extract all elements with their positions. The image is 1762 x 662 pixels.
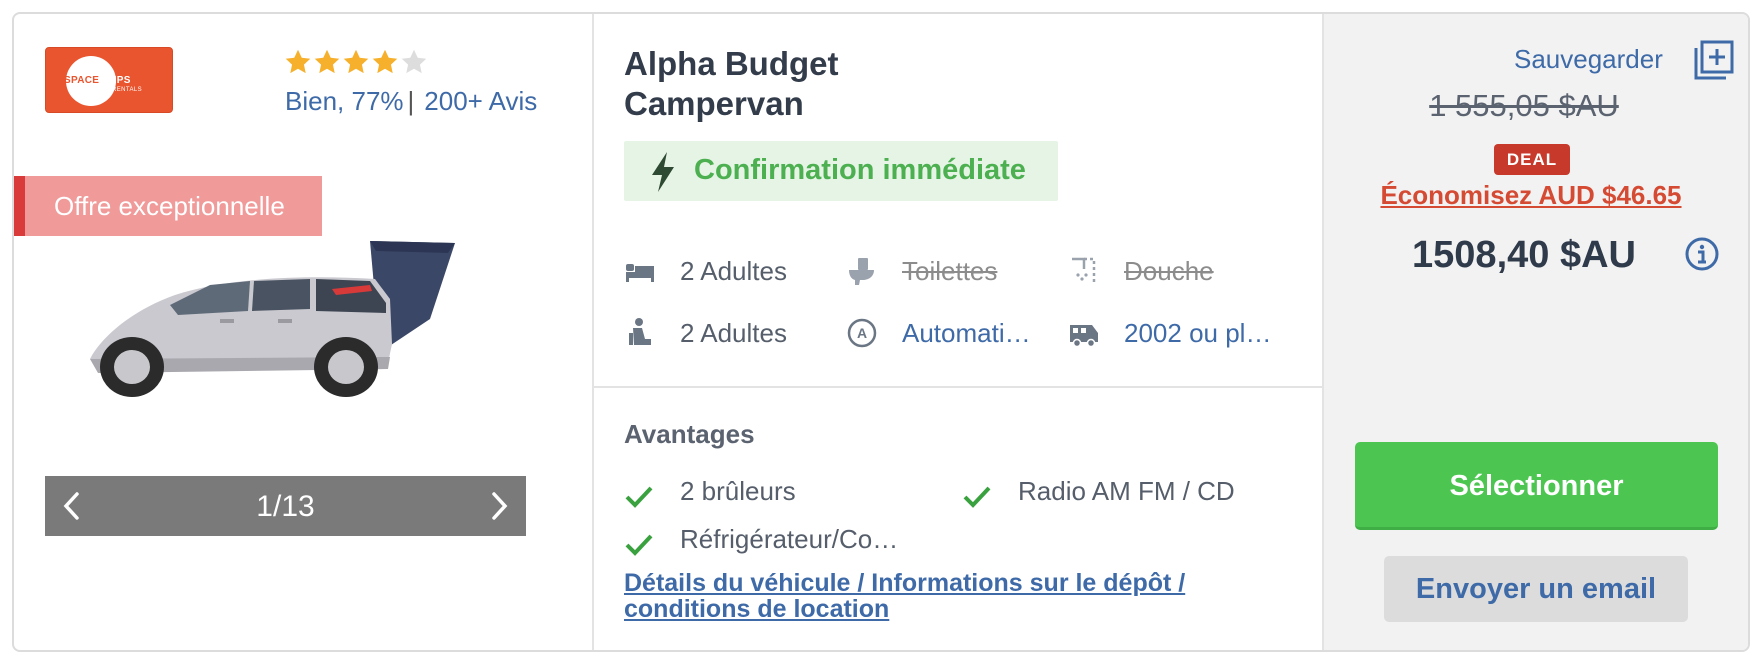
- star-rating: [284, 48, 428, 82]
- feature-year: 2002 ou pl…: [1124, 318, 1272, 348]
- advantages-title: Avantages: [624, 419, 755, 449]
- original-price: 1 555,05 $AU: [1429, 88, 1619, 123]
- vehicle-title-line2: Campervan: [624, 85, 804, 122]
- star-filled-icon: [285, 49, 311, 74]
- seat-icon: [629, 318, 651, 345]
- vehicle-details-link[interactable]: Détails du véhicule / Informations sur l…: [624, 570, 1264, 622]
- divider: [594, 386, 1322, 388]
- rating-label: Bien, 77%: [285, 86, 404, 116]
- check-icon: [625, 486, 653, 508]
- reviews-link[interactable]: 200+ Avis: [424, 86, 537, 116]
- brand-logo: SPACESHIPS RENTALS: [45, 47, 173, 113]
- chevron-right-icon[interactable]: [484, 490, 514, 522]
- logo-text-part1: SPACE: [64, 75, 100, 86]
- pricing-column: Sauvegarder 1 555,05 $AU DEAL Économisez…: [1322, 14, 1748, 650]
- instant-confirmation-badge: Confirmation immédiate: [624, 141, 1058, 201]
- confirmation-label: Confirmation immédiate: [694, 154, 1026, 186]
- image-carousel: 1/13: [45, 476, 526, 536]
- transmission-icon: A: [847, 318, 877, 348]
- check-icon: [963, 486, 991, 508]
- vehicle-title: Alpha Budget Campervan: [624, 44, 838, 124]
- star-filled-icon: [314, 49, 340, 74]
- vehicle-title-line1: Alpha Budget: [624, 45, 839, 82]
- savings-amount[interactable]: Économisez AUD $46.65: [1324, 180, 1738, 211]
- feature-seats: 2 Adultes: [680, 318, 787, 348]
- deal-badge: DEAL: [1494, 144, 1570, 175]
- details-column: Alpha Budget Campervan Confirmation immé…: [592, 14, 1322, 650]
- shower-icon: [1072, 257, 1096, 283]
- feature-sleeps: 2 Adultes: [680, 256, 787, 286]
- feature-toilet: Toilettes: [902, 256, 998, 286]
- check-icon: [625, 534, 653, 556]
- offer-label: Offre exceptionnelle: [54, 191, 285, 221]
- feature-transmission: Automati…: [902, 318, 1031, 348]
- logo-text-part2: SHIPS: [99, 75, 131, 86]
- star-empty-icon: [401, 49, 427, 74]
- image-counter: 1/13: [256, 490, 315, 523]
- special-offer-banner: Offre exceptionnelle: [14, 176, 322, 236]
- advantage-item: Radio AM FM / CD: [1018, 476, 1235, 506]
- star-filled-icon: [343, 49, 369, 74]
- logo-subtext: RENTALS: [112, 87, 143, 93]
- select-button[interactable]: Sélectionner: [1355, 442, 1718, 530]
- advantage-item: 2 brûleurs: [680, 476, 796, 506]
- save-plus-icon[interactable]: [1694, 40, 1734, 80]
- current-price: 1508,40 $AU: [1412, 234, 1636, 276]
- svg-text:A: A: [857, 325, 867, 341]
- bed-icon: [626, 264, 654, 282]
- info-icon[interactable]: [1684, 236, 1720, 272]
- listing-card: SPACESHIPS RENTALS Bien, 77% | 200+ Avis O…: [12, 12, 1750, 652]
- toilet-icon: [849, 258, 874, 285]
- rating-summary: Bien, 77% | 200+ Avis: [285, 86, 537, 117]
- camper-icon: [1070, 325, 1098, 348]
- rating-separator: |: [407, 86, 415, 116]
- image-column: SPACESHIPS RENTALS Bien, 77% | 200+ Avis O…: [14, 14, 592, 650]
- save-link[interactable]: Sauvegarder: [1514, 44, 1663, 75]
- lightning-icon: [652, 152, 674, 192]
- email-button[interactable]: Envoyer un email: [1384, 556, 1688, 622]
- feature-shower: Douche: [1124, 256, 1214, 286]
- vehicle-image[interactable]: [70, 239, 520, 439]
- advantage-item: Réfrigérateur/Co…: [680, 524, 899, 554]
- star-filled-icon: [372, 49, 398, 74]
